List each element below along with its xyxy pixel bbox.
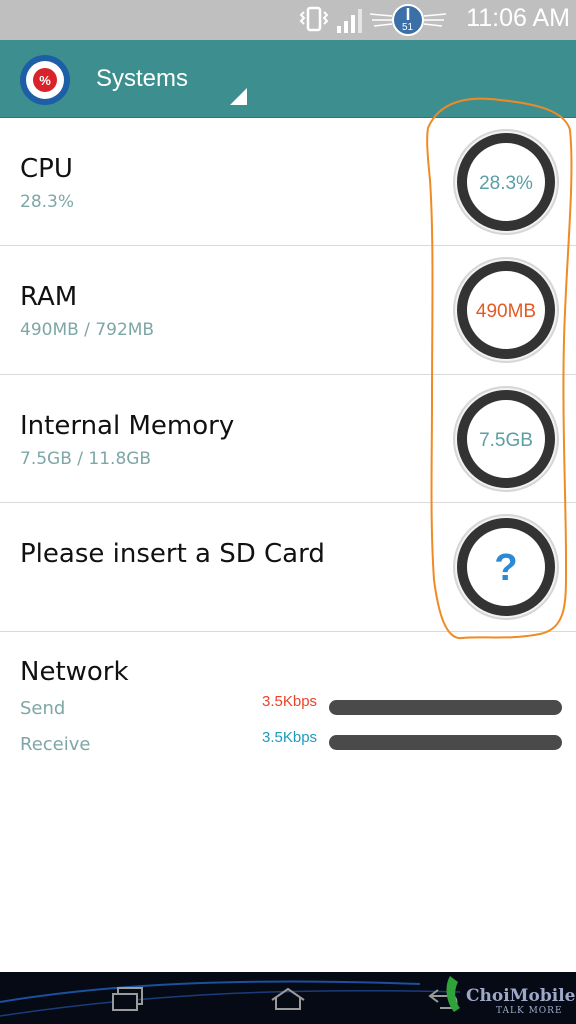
row-subtitle: 490MB / 792MB — [20, 320, 155, 340]
row-title: Internal Memory — [20, 411, 235, 441]
recent-apps-icon[interactable] — [110, 986, 146, 1012]
home-icon[interactable] — [268, 986, 308, 1012]
spinner-dropdown-arrow[interactable] — [230, 88, 247, 105]
list-item-internal-memory[interactable]: Internal Memory 7.5GB / 11.8GB 7.5GB — [0, 375, 576, 503]
row-subtitle: 28.3% — [20, 192, 75, 212]
signal-icon — [337, 9, 362, 33]
list-item-sd-card[interactable]: Please insert a SD Card ? — [0, 503, 576, 632]
action-bar: % Systems — [0, 40, 576, 118]
list-item-ram[interactable]: RAM 490MB / 792MB 490MB — [0, 246, 576, 375]
send-bar — [329, 700, 562, 715]
cpu-gauge: 28.3% — [453, 129, 559, 235]
ram-gauge: 490MB — [453, 257, 559, 363]
svg-text:%: % — [39, 73, 51, 88]
vibrate-icon — [299, 6, 329, 32]
row-title: Please insert a SD Card — [20, 539, 325, 569]
send-rate: 3.5Kbps — [262, 693, 318, 710]
page-title[interactable]: Systems — [96, 65, 188, 93]
watermark-text: ChoiMobile — [466, 986, 576, 1006]
status-clock: 11:06 AM — [466, 4, 570, 32]
navigation-bar: ChoiMobile TALK MORE — [0, 972, 576, 1024]
gauge-label: 28.3% — [479, 173, 533, 194]
receive-bar — [329, 735, 562, 750]
row-title: RAM — [20, 282, 78, 312]
row-subtitle: 7.5GB / 11.8GB — [20, 449, 152, 469]
network-title: Network — [20, 657, 129, 687]
internal-memory-gauge: 7.5GB — [453, 386, 559, 492]
percent-icon[interactable]: % — [19, 54, 71, 106]
receive-label: Receive — [20, 734, 91, 755]
signal-badge: 51 — [402, 22, 414, 33]
receive-rate: 3.5Kbps — [262, 729, 318, 746]
gauge-label: ? — [494, 547, 517, 589]
send-label: Send — [20, 698, 66, 719]
watermark-tagline: TALK MORE — [496, 1006, 563, 1016]
sd-card-gauge: ? — [453, 514, 559, 620]
gauge-label: 7.5GB — [479, 430, 533, 451]
status-bar: 51 11:06 AM — [0, 0, 576, 40]
list-item-cpu[interactable]: CPU 28.3% 28.3% — [0, 118, 576, 246]
gauge-label: 490MB — [476, 301, 536, 322]
row-title: CPU — [20, 154, 73, 184]
